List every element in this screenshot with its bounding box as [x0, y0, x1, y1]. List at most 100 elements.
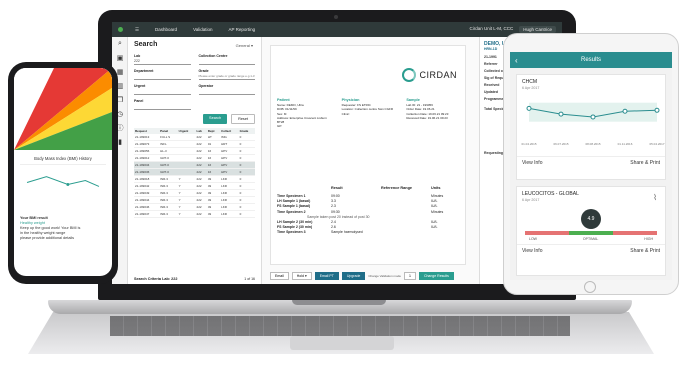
info-line: Address: Enterprise Crescent Lisburn BT2… — [277, 115, 327, 125]
bmi-result-card: Your BMI result Healthy weight Keep up t… — [20, 216, 81, 240]
table-cell: LKR — [220, 175, 239, 183]
search-icon[interactable]: ⌕ — [112, 37, 128, 51]
upgrade-button[interactable]: Upgrade — [341, 272, 366, 280]
search-button[interactable]: Search — [203, 114, 228, 124]
department-field[interactable]: Department — [134, 69, 191, 80]
leucocitos-view-info[interactable]: View Info — [522, 248, 542, 254]
cirdan-logo-icon — [402, 68, 417, 82]
phone-screen: Body Mass Index (BMI) History Your BMI r… — [14, 68, 112, 276]
chcm-data-point[interactable] — [654, 107, 660, 113]
change-results-button[interactable]: Change Results — [418, 272, 454, 280]
bmi-history-title: Body Mass Index (BMI) History — [34, 156, 92, 161]
table-cell: HPV — [220, 168, 239, 176]
table-row[interactable]: 21-199036 GRT-0 222 16 HPV 0 — [134, 168, 255, 176]
location-selector[interactable]: Cirdan Unit L-M, CCC — [469, 26, 513, 33]
chcm-card: CHCM 6 Apr 2017 01.04.2015 06.07.2015 08.0… — [516, 74, 666, 180]
table-cell: 21-199073 — [134, 140, 160, 148]
range-gauge — [525, 231, 657, 235]
chcm-data-point[interactable] — [590, 114, 596, 120]
table-row[interactable]: 21-199047 INR-3 Y 222 49 LKR 0 — [134, 210, 255, 218]
table-cell: 21-199049 — [134, 189, 160, 197]
pagination[interactable]: 1 of 16 — [244, 277, 255, 281]
table-cell: Y — [177, 182, 196, 190]
table-cell: 222 — [195, 210, 207, 218]
chcm-data-point[interactable] — [622, 108, 628, 114]
table-row[interactable]: 21-199034 GRT-0 222 16 HPV 0 — [134, 161, 255, 169]
table-cell: 222 — [195, 154, 207, 162]
table-cell: 21-199042 — [134, 182, 160, 190]
info-line: Location: Collection centre Swn CGFR — [341, 107, 394, 112]
nav-ap-reporting[interactable]: AP Reporting — [221, 27, 264, 32]
hold-button[interactable]: Hold ▾ — [291, 272, 312, 280]
table-row[interactable]: 21-199073 INFL 222 01 HRT 0 — [134, 140, 255, 148]
table-row[interactable]: 21-199042 INR-3 Y 222 49 LKR 0 — [134, 182, 255, 190]
user-menu[interactable]: Hugh Cantrice — [519, 26, 556, 33]
table-cell: Y — [177, 203, 196, 211]
email-pt-button[interactable]: Email PT — [314, 272, 339, 280]
email-button[interactable]: Email — [270, 272, 289, 280]
nav-validation[interactable]: Validation — [185, 27, 220, 32]
grade-field[interactable]: Grade Please enter grade or grade range … — [198, 69, 255, 80]
back-icon[interactable]: ‹ — [515, 56, 518, 65]
table-cell: HL-3 — [159, 147, 178, 155]
table-cell: Y — [177, 196, 196, 204]
table-row[interactable]: 21-199049 INR-3 Y 222 49 LKR 0 — [134, 189, 255, 197]
table-cell: LKR — [220, 182, 239, 190]
table-cell: GRT-0 — [159, 168, 178, 176]
table-cell: 16 — [206, 168, 221, 176]
result-value: Sample haemolysed — [331, 230, 363, 235]
table-cell: 222 — [195, 182, 207, 190]
table-row[interactable]: 21-199012 GRT-0 222 16 HPV 0 — [134, 154, 255, 162]
table-cell: 21-199056 — [134, 147, 160, 155]
urgent-select[interactable]: Urgent — [134, 84, 191, 95]
validation-mode-select[interactable]: 1 — [403, 272, 416, 280]
table-cell: INR-3 — [159, 210, 178, 218]
chcm-view-info[interactable]: View Info — [522, 160, 542, 166]
chcm-share-print[interactable]: Share & Print — [630, 160, 660, 166]
tablet-screen: ‹ Results CHCM 6 Apr 2017 01.04.2015 06.0… — [510, 52, 672, 280]
physician-column: Physician Requester: FS ETRIC Location: Co… — [342, 98, 397, 128]
table-cell: 222 — [195, 168, 207, 176]
chcm-data-point[interactable] — [558, 111, 564, 117]
table-row[interactable]: 21-199046 INR-3 Y 222 49 LKR 0 — [134, 203, 255, 211]
lab-field[interactable]: Lab 222 — [134, 54, 191, 65]
scan-icon[interactable]: ▣ — [112, 51, 128, 65]
table-row[interactable]: 21-199044 INR-3 Y 222 49 LKR 0 — [134, 196, 255, 204]
operator-field[interactable]: Operator — [198, 84, 255, 95]
table-cell: INR-3 — [159, 175, 178, 183]
table-cell: 0 — [238, 161, 255, 169]
laptop-trackpad — [290, 336, 394, 350]
table-cell: Y — [177, 210, 196, 218]
table-row[interactable]: 21-199018 INR-3 Y 222 49 LKR 0 — [134, 175, 255, 183]
chart-icon[interactable]: ⌇ — [653, 193, 657, 202]
reset-button[interactable]: Reset — [231, 114, 255, 124]
table-cell: 0 — [238, 203, 255, 211]
table-cell: 21-199012 — [134, 154, 160, 162]
info-line: Received Date: 19.06.21 09:23 — [406, 115, 448, 120]
result-range — [381, 230, 431, 235]
leucocitos-card: LEUCOCITOS - GLOBAL 6 Apr 2017 ⌇ 4.9 LOW… — [516, 186, 666, 276]
panel-field[interactable]: Panel — [134, 99, 191, 110]
search-mode-select[interactable]: General ▾ — [236, 43, 253, 48]
tablet-home-button[interactable] — [584, 281, 596, 293]
x-tick-label: 06.07.2015 — [553, 142, 568, 146]
chcm-data-point[interactable] — [526, 105, 532, 111]
nav-dashboard[interactable]: Dashboard — [147, 27, 185, 32]
x-tick-label: 01.11.2016 — [618, 142, 633, 146]
cirdan-logo: CIRDAN — [402, 68, 457, 82]
laptop-screen: ☰ Dashboard Validation AP Reporting Cird… — [112, 22, 562, 284]
table-cell: 49 — [206, 210, 221, 218]
result-row[interactable]: Time Specimen 3 Sample haemolysed — [277, 230, 461, 235]
table-cell: 0 — [238, 182, 255, 190]
result-name: Time Specimen 3 — [277, 230, 306, 235]
table-cell — [177, 154, 196, 162]
menu-icon[interactable]: ☰ — [127, 27, 147, 33]
x-tick-label: 08.08.2015 — [585, 142, 600, 146]
table-row[interactable]: 21-199056 HL-3 222 16 HPV 0 — [134, 147, 255, 155]
table-cell: 01 — [206, 140, 221, 148]
leucocitos-share-print[interactable]: Share & Print — [630, 248, 660, 254]
table-cell — [177, 161, 196, 169]
table-cell: HPV — [220, 154, 239, 162]
collection-centre-field[interactable]: Collection Centre — [198, 54, 255, 65]
table-cell: LKR — [220, 189, 239, 197]
